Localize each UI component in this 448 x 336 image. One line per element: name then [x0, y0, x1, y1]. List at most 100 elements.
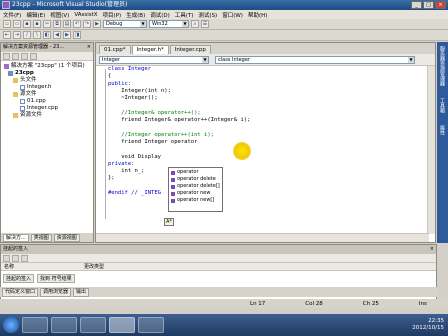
system-clock[interactable]: 22:35 2012/10/15 [412, 318, 444, 332]
file-icon [20, 85, 25, 90]
cut-icon[interactable]: ✂ [43, 20, 51, 28]
menu-item-window[interactable]: 窗口(W) [222, 11, 243, 19]
menu-item-tools[interactable]: 工具(T) [175, 11, 194, 19]
save-all-icon[interactable]: ▪ [33, 20, 41, 28]
toolbox-tab[interactable]: 工具箱 [439, 98, 446, 113]
new-project-icon[interactable]: ▫ [3, 20, 11, 28]
taskbar-visual-studio-icon[interactable] [109, 317, 135, 333]
menu-item-edit[interactable]: 编辑(E) [26, 11, 45, 19]
save-icon[interactable]: ▪ [23, 20, 31, 28]
status-line: Ln 17 [250, 300, 266, 307]
tree-item-header-files[interactable]: 头文件 [4, 77, 90, 84]
text-editor-toolbar: ⇤ ⇥ / \ ◧ ◀ ▶ ◨ [0, 30, 448, 41]
tab-pending-checkins[interactable]: 挂起的签入 [3, 274, 35, 283]
solution-platform-select[interactable]: Win32 ▼ [149, 20, 189, 28]
menu-item-vassistx[interactable]: VAssistX [74, 12, 97, 18]
checkin-icon[interactable] [3, 255, 10, 262]
chevron-down-icon: ▼ [202, 56, 208, 63]
properties-icon[interactable]: ☰ [201, 20, 209, 28]
maximize-button[interactable]: □ [423, 1, 434, 9]
menu-item-test[interactable]: 测试(S) [198, 11, 217, 19]
minimize-button[interactable]: _ [411, 1, 422, 9]
completion-item[interactable]: operator delete[] [171, 183, 220, 190]
tab-integer-cpp[interactable]: Integer.cpp [169, 45, 211, 54]
menu-item-project[interactable]: 项目(P) [103, 11, 122, 19]
redo-icon[interactable]: ↷ [83, 20, 91, 28]
tab-find-symbol-results[interactable]: 找到 符号结果 [37, 274, 75, 283]
refresh-icon[interactable] [21, 53, 28, 60]
tab-solution-explorer[interactable]: 解决方... [3, 233, 29, 242]
start-button-icon[interactable] [3, 317, 19, 333]
menu-item-build[interactable]: 生成(B) [126, 11, 145, 19]
bottom-panel-tabs: 挂起的签入 找到 符号结果 [1, 271, 436, 286]
copy-icon[interactable]: ⧉ [53, 20, 61, 28]
close-icon[interactable]: × [87, 43, 91, 52]
taskbar-recorder-icon[interactable] [138, 317, 164, 333]
completion-item[interactable]: operator delete [171, 176, 220, 183]
vertical-scrollbar[interactable] [427, 66, 435, 234]
menu-item-file[interactable]: 文件(F) [3, 11, 21, 19]
indent-icon[interactable]: ⇥ [13, 31, 21, 39]
tree-item-integer-h[interactable]: Integer.h [4, 84, 90, 91]
tree-item-resource-files[interactable]: 资源文件 [4, 112, 90, 119]
server-explorer-tab[interactable]: 服务器资源管理器 [439, 46, 446, 86]
bookmark-icon[interactable]: ◧ [43, 31, 51, 39]
view-code-icon[interactable] [30, 53, 37, 60]
properties-icon[interactable] [3, 53, 10, 60]
tree-item-project[interactable]: 23cpp [4, 70, 90, 77]
tab-code-definition[interactable]: 代码定义窗口 [2, 287, 39, 297]
code-line: public: [108, 80, 132, 87]
tab-resource-view[interactable]: 资源视图 [53, 233, 80, 242]
completion-item[interactable]: operator new [171, 190, 220, 197]
close-icon[interactable]: × [430, 245, 434, 254]
taskbar-folder-icon[interactable] [80, 317, 106, 333]
taskbar-app-icon[interactable] [51, 317, 77, 333]
menu-item-debug[interactable]: 调试(D) [150, 11, 170, 19]
clear-bookmarks-icon[interactable]: ◨ [73, 31, 81, 39]
find-icon[interactable]: ⌕ [191, 20, 199, 28]
status-column: Col 28 [305, 300, 323, 307]
tree-item-solution[interactable]: 解决方案 "23cpp" (1 个项目) [4, 63, 90, 70]
member-select[interactable]: class Integer ▼ [215, 55, 415, 64]
tab-01-cpp[interactable]: 01.cpp* [99, 45, 131, 54]
code-text-area[interactable]: class Integer { public: Integer(int n); … [96, 66, 428, 234]
menu-item-view[interactable]: 视图(V) [50, 11, 69, 19]
refresh-icon[interactable] [21, 255, 28, 262]
paste-icon[interactable]: ▤ [63, 20, 71, 28]
menu-item-help[interactable]: 帮助(H) [248, 11, 267, 19]
solution-config-select[interactable]: Debug ▼ [103, 20, 147, 28]
code-line: //Integer operator++(int i); [108, 131, 214, 138]
taskbar-explorer-icon[interactable] [22, 317, 48, 333]
completion-item[interactable]: operator [171, 169, 220, 176]
scope-select[interactable]: Integer ▼ [99, 55, 209, 64]
windows-taskbar: 22:35 2012/10/15 [0, 314, 448, 336]
comment-icon[interactable]: / [23, 31, 31, 39]
prev-bookmark-icon[interactable]: ◀ [53, 31, 61, 39]
column-header-name[interactable]: 名称 [1, 263, 81, 270]
undo-icon[interactable]: ↶ [73, 20, 81, 28]
panel-header: 解决方案资源管理器 - 23... × [1, 43, 93, 52]
start-debug-icon[interactable]: ▶ [93, 20, 101, 28]
tree-item-01-cpp[interactable]: 01.cpp [4, 98, 90, 105]
outdent-icon[interactable]: ⇤ [3, 31, 11, 39]
tab-call-browser[interactable]: 调用浏览器 [40, 287, 72, 297]
tree-item-source-files[interactable]: 源文件 [4, 91, 90, 98]
tab-output[interactable]: 输出 [73, 287, 90, 297]
code-line: }; [108, 175, 115, 182]
tree-item-integer-cpp[interactable]: Integer.cpp [4, 105, 90, 112]
tab-class-view[interactable]: 类视图 [30, 233, 52, 242]
uncomment-icon[interactable]: \ [33, 31, 41, 39]
horizontal-scrollbar[interactable] [96, 233, 429, 242]
shelve-icon[interactable] [12, 255, 19, 262]
open-file-icon[interactable]: ▭ [13, 20, 21, 28]
completion-item[interactable]: operator new[] [171, 197, 220, 204]
close-button[interactable]: × [435, 1, 446, 9]
code-line: #endif // _INTEG [108, 190, 161, 197]
tab-integer-h[interactable]: Integer.h* [131, 45, 169, 54]
show-all-files-icon[interactable] [12, 53, 19, 60]
next-bookmark-icon[interactable]: ▶ [63, 31, 71, 39]
status-bar: Ln 17 Col 28 Ch 25 Ins [0, 299, 448, 308]
column-header-change-type[interactable]: 更改类型 [81, 263, 104, 270]
properties-tab[interactable]: 属性 [439, 125, 446, 135]
